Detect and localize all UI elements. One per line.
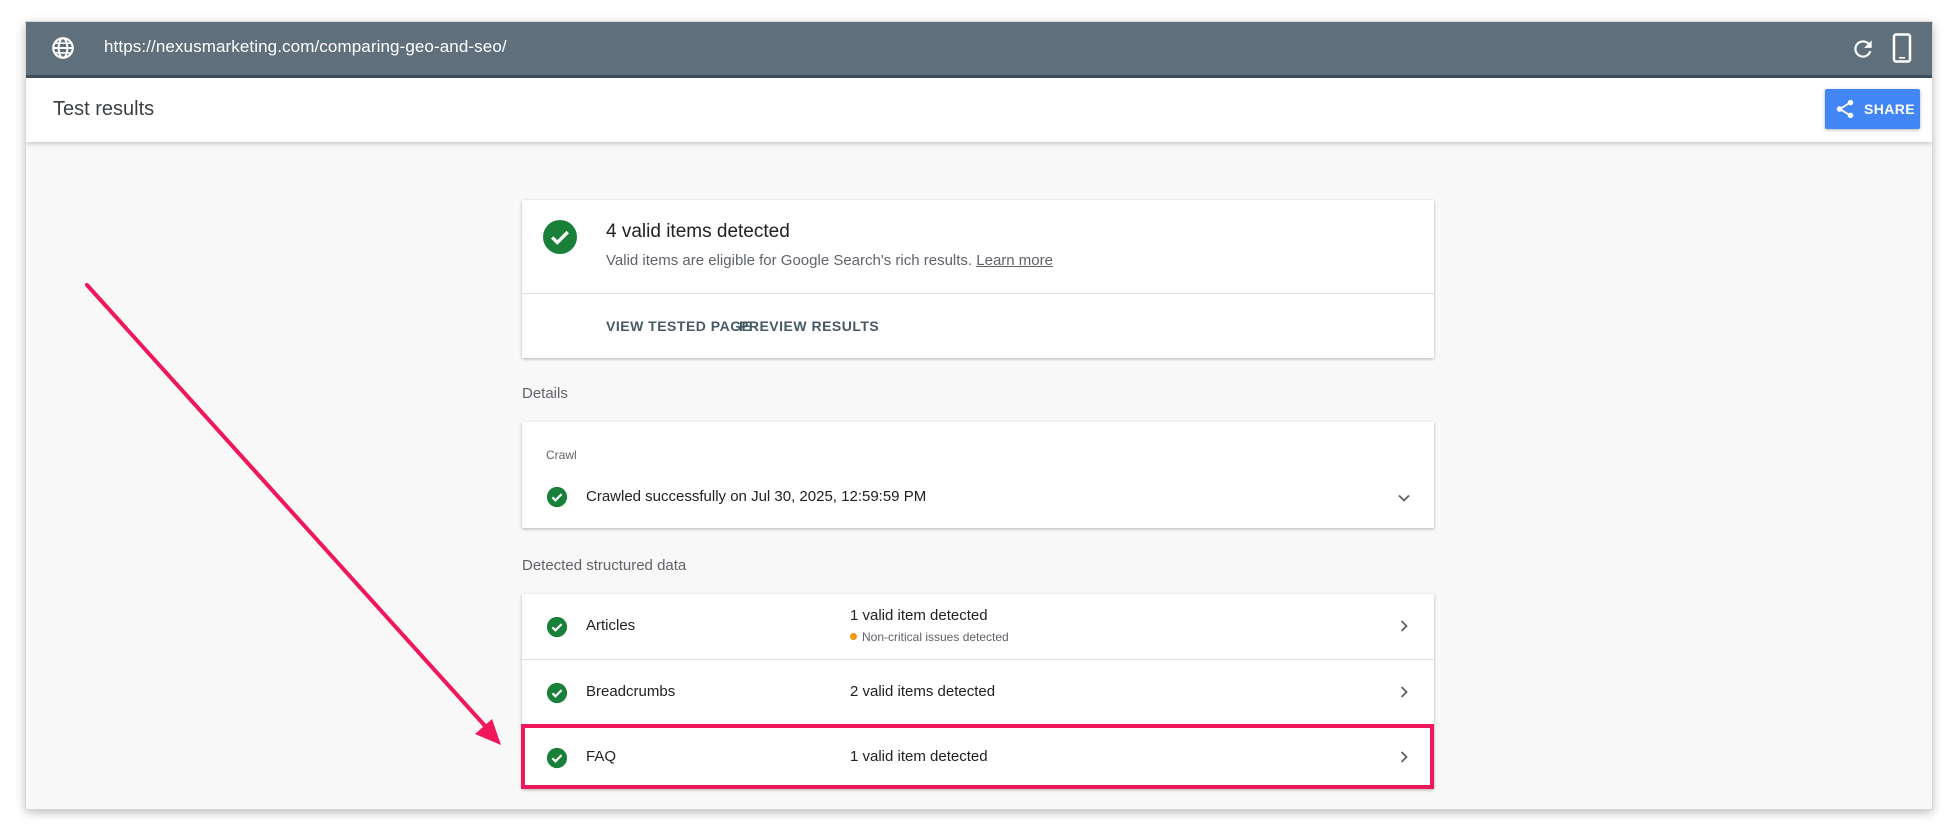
- warning-dot-icon: [850, 633, 857, 640]
- summary-headline: 4 valid items detected: [606, 221, 790, 242]
- check-circle-icon: [546, 616, 568, 638]
- item-name: FAQ: [586, 748, 617, 765]
- chevron-right-icon: [1400, 620, 1408, 632]
- preview-results-button[interactable]: PREVIEW RESULTS: [739, 318, 879, 334]
- item-status: 2 valid items detected: [850, 683, 996, 700]
- page-header: Test results SHARE: [26, 78, 1932, 142]
- check-circle-icon: [543, 220, 577, 254]
- app-window: https://nexusmarketing.com/comparing-geo…: [26, 22, 1932, 809]
- check-circle-icon: [546, 486, 568, 508]
- list-item-faq[interactable]: FAQ 1 valid item detected: [522, 724, 1434, 790]
- reload-icon[interactable]: [1850, 36, 1876, 62]
- item-status: 1 valid item detected: [850, 607, 988, 624]
- share-icon: [1836, 99, 1854, 119]
- chevron-right-icon: [1400, 751, 1408, 763]
- share-button[interactable]: SHARE: [1825, 89, 1920, 129]
- structured-data-label: Detected structured data: [522, 557, 687, 574]
- summary-description: Valid items are eligible for Google Sear…: [606, 252, 973, 269]
- item-status: 1 valid item detected: [850, 748, 988, 765]
- list-item-breadcrumbs[interactable]: Breadcrumbs 2 valid items detected: [522, 659, 1434, 725]
- page-url[interactable]: https://nexusmarketing.com/comparing-geo…: [104, 37, 507, 57]
- crawl-card[interactable]: Crawl Crawled successfully on Jul 30, 20…: [522, 422, 1434, 528]
- page-title: Test results: [53, 98, 155, 120]
- crawl-heading: Crawl: [546, 448, 577, 462]
- chevron-down-icon[interactable]: [1394, 488, 1414, 508]
- chevron-right-icon: [1400, 686, 1408, 698]
- item-name: Breadcrumbs: [586, 683, 676, 700]
- crawl-status: Crawled successfully on Jul 30, 2025, 12…: [586, 488, 927, 505]
- globe-icon: [52, 37, 74, 59]
- check-circle-icon: [546, 747, 568, 769]
- summary-subtext: Valid items are eligible for Google Sear…: [606, 252, 1053, 269]
- url-bar: https://nexusmarketing.com/comparing-geo…: [26, 22, 1932, 78]
- check-circle-icon: [546, 682, 568, 704]
- structured-data-card: Articles 1 valid item detected Non-criti…: [522, 594, 1434, 789]
- warning-text: Non-critical issues detected: [862, 630, 1009, 644]
- divider: [522, 293, 1434, 294]
- share-label: SHARE: [1864, 101, 1916, 117]
- summary-card: 4 valid items detected Valid items are e…: [522, 200, 1434, 358]
- details-label: Details: [522, 385, 568, 402]
- view-tested-page-button[interactable]: VIEW TESTED PAGE: [606, 318, 751, 334]
- item-warning-note: Non-critical issues detected: [850, 630, 1009, 644]
- mobile-device-icon[interactable]: [1892, 33, 1912, 63]
- list-item-articles[interactable]: Articles 1 valid item detected Non-criti…: [522, 594, 1434, 659]
- learn-more-link[interactable]: Learn more: [976, 252, 1053, 269]
- item-name: Articles: [586, 617, 636, 634]
